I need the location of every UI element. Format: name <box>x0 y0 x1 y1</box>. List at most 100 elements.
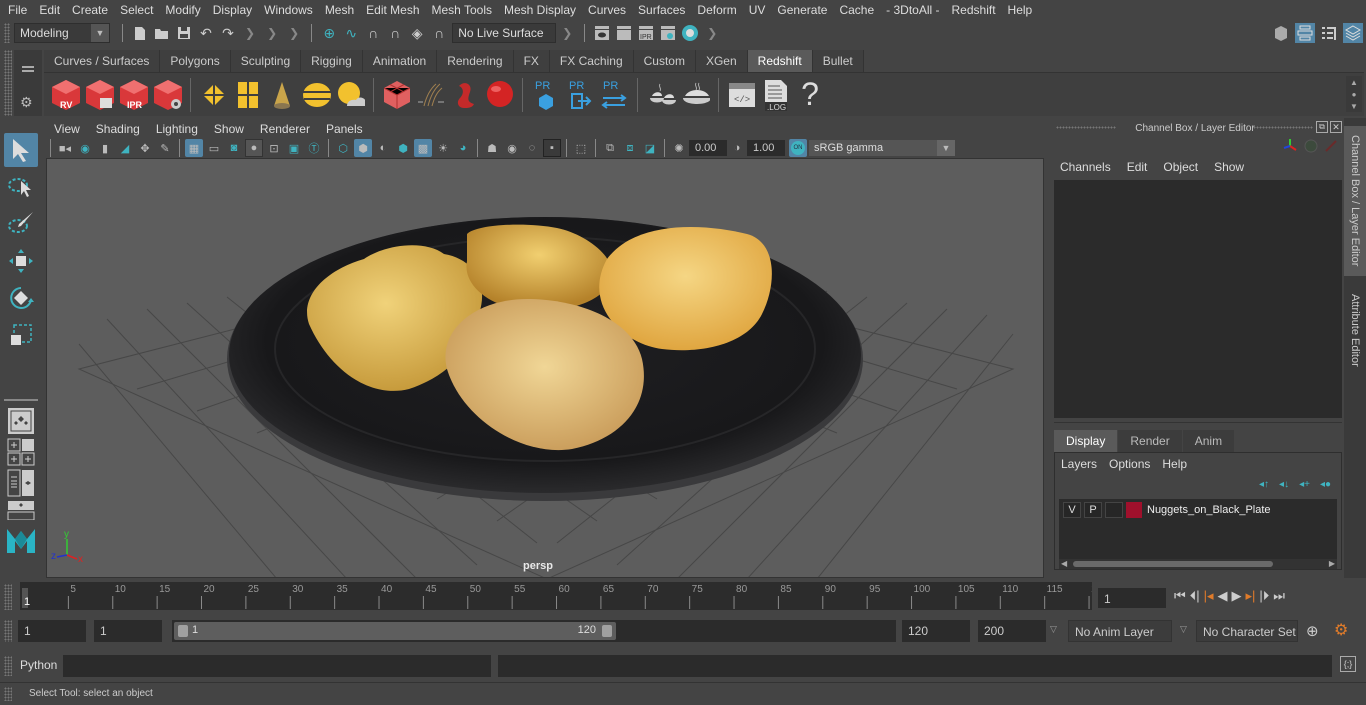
shelf-tab-redshift[interactable]: Redshift <box>747 50 813 72</box>
menu-edit[interactable]: Edit <box>33 0 66 20</box>
shelf-grip[interactable] <box>4 50 12 116</box>
collapse-icon[interactable]: ❯ <box>707 26 717 40</box>
screen-space-ao-icon[interactable]: ☗ <box>483 139 501 157</box>
redshift-pr-swap-icon[interactable]: PR <box>599 77 629 113</box>
redshift-dome-light-icon[interactable] <box>301 77 331 113</box>
exposure-icon[interactable]: ✺ <box>670 139 688 157</box>
2d-pan-zoom-icon[interactable]: ✥ <box>136 139 154 157</box>
layer-playback-toggle[interactable]: P <box>1084 502 1102 518</box>
menu-modify[interactable]: Modify <box>159 0 206 20</box>
play-forwards-icon[interactable]: ▶ <box>1232 588 1242 604</box>
range-start-handle[interactable] <box>178 625 188 637</box>
snap-point-icon[interactable]: ∩ <box>363 23 383 43</box>
smooth-shade-icon[interactable]: ⬢ <box>354 139 372 157</box>
grease-pencil-icon[interactable]: ✎ <box>156 139 174 157</box>
scrollbar-thumb[interactable] <box>1073 561 1273 567</box>
resolution-gate-icon[interactable]: ◙ <box>225 139 243 157</box>
shelf-tab-rigging[interactable]: Rigging <box>301 50 363 72</box>
attribute-editor-toggle-icon[interactable] <box>1295 23 1315 43</box>
redshift-script-icon[interactable]: </> <box>727 77 757 113</box>
shelf-tab-polygons[interactable]: Polygons <box>160 50 231 72</box>
redshift-render-sequence-icon[interactable] <box>84 77 114 113</box>
xray-joints-icon[interactable]: ⧈ <box>621 139 639 157</box>
channel-menu-object[interactable]: Object <box>1155 160 1206 174</box>
manipulator-icon[interactable] <box>1282 138 1298 154</box>
redshift-ipr-icon[interactable]: IPR <box>118 77 148 113</box>
layer-horizontal-scrollbar[interactable]: ◀ ▶ <box>1059 559 1337 569</box>
layer-tab-display[interactable]: Display <box>1054 430 1118 452</box>
redshift-sphere-icon[interactable] <box>484 77 514 113</box>
channel-box-toggle-icon[interactable] <box>1343 23 1363 43</box>
gamma-field[interactable]: 1.00 <box>747 140 785 156</box>
menu-mesh-display[interactable]: Mesh Display <box>498 0 582 20</box>
viewport-menu-lighting[interactable]: Lighting <box>148 122 206 136</box>
shelf-options-icon[interactable]: ● <box>1352 90 1357 99</box>
step-back-frame-icon[interactable]: |◂ <box>1204 588 1214 604</box>
select-camera-icon[interactable]: ■◂ <box>56 139 74 157</box>
toolbar-grip[interactable] <box>4 23 10 43</box>
snap-grid-icon[interactable]: ⊕ <box>319 23 339 43</box>
workspace-select[interactable]: Modeling ▼ <box>14 23 110 43</box>
snap-magnet-icon[interactable]: ∩ <box>429 23 449 43</box>
shelf-tab-custom[interactable]: Custom <box>633 50 696 72</box>
snap-curve-icon[interactable]: ∿ <box>341 23 361 43</box>
persp-graph-layout-icon[interactable] <box>4 500 38 520</box>
scroll-left-icon[interactable]: ◀ <box>1061 559 1067 568</box>
menu-cache[interactable]: Cache <box>833 0 880 20</box>
menu-file[interactable]: File <box>0 0 33 20</box>
shelf-tab-fx[interactable]: FX <box>513 50 550 72</box>
redshift-volume-icon[interactable] <box>450 77 480 113</box>
outliner-persp-layout-icon[interactable] <box>4 469 38 497</box>
hyper-icon[interactable] <box>1324 139 1338 153</box>
step-forward-frame-icon[interactable]: ▸| <box>1246 588 1256 604</box>
viewport-menu-shading[interactable]: Shading <box>88 122 148 136</box>
collapse-icon[interactable]: ❯ <box>289 26 299 40</box>
lasso-tool[interactable] <box>4 170 38 204</box>
menu-edit-mesh[interactable]: Edit Mesh <box>360 0 425 20</box>
xray-icon[interactable]: ⧉ <box>601 139 619 157</box>
redshift-pr-export-icon[interactable]: PR <box>565 77 595 113</box>
camera-attributes-icon[interactable]: ◉ <box>76 139 94 157</box>
side-tab-channel-box[interactable]: Channel Box / Layer Editor <box>1344 126 1366 276</box>
shelf-tab-fx-caching[interactable]: FX Caching <box>549 50 634 72</box>
command-language-toggle[interactable]: Python <box>20 658 57 672</box>
go-to-start-icon[interactable]: ⏮ <box>1174 588 1186 604</box>
motion-blur-icon[interactable]: ◉ <box>503 139 521 157</box>
step-forward-key-icon[interactable]: |⏵ <box>1259 588 1269 604</box>
channel-menu-show[interactable]: Show <box>1206 160 1252 174</box>
collapse-icon[interactable]: ❯ <box>267 26 277 40</box>
menu-surfaces[interactable]: Surfaces <box>632 0 691 20</box>
layer-visibility-toggle[interactable]: V <box>1063 502 1081 518</box>
scale-tool[interactable] <box>4 318 38 352</box>
move-layer-down-icon[interactable]: ◂↓ <box>1279 479 1289 490</box>
shelf-tab-rendering[interactable]: Rendering <box>437 50 514 72</box>
redshift-help-icon[interactable]: ? <box>795 76 825 113</box>
menu-windows[interactable]: Windows <box>258 0 319 20</box>
current-frame-field[interactable]: 1 <box>1098 588 1166 608</box>
redshift-bake-icon[interactable] <box>680 77 710 113</box>
render-view-icon[interactable] <box>592 23 612 43</box>
gamma-icon[interactable]: ◑ <box>728 139 746 157</box>
animation-preferences-icon[interactable]: ⚙ <box>1334 620 1348 640</box>
timeline-grip[interactable] <box>4 584 12 610</box>
isolate-select-icon[interactable]: ⬚ <box>572 139 590 157</box>
play-backwards-icon[interactable]: ◀ <box>1218 588 1228 604</box>
use-all-lights-icon[interactable]: ☀ <box>434 139 452 157</box>
snap-live-icon[interactable]: ◈ <box>407 23 427 43</box>
menu-generate[interactable]: Generate <box>771 0 833 20</box>
anim-layer-select[interactable]: No Anim Layer <box>1068 620 1172 642</box>
auto-key-icon[interactable]: ⊕ <box>1306 622 1319 640</box>
use-default-material-icon[interactable]: ◐ <box>374 139 392 157</box>
ipr-render-icon[interactable]: IPR <box>636 23 656 43</box>
exposure-field[interactable]: 0.00 <box>689 140 727 156</box>
close-icon[interactable]: ✕ <box>1330 121 1342 133</box>
snap-view-plane-icon[interactable]: ∩ <box>385 23 405 43</box>
redshift-portal-light-icon[interactable] <box>233 77 263 113</box>
time-slider[interactable]: 5 10 15 20 25 30 35 40 45 50 55 60 65 70 75 80 85 90 95 100… <box>20 582 1103 610</box>
panel-grip[interactable] <box>1056 126 1116 129</box>
animation-end-field[interactable]: 200 <box>978 620 1046 642</box>
menu-uv[interactable]: UV <box>743 0 772 20</box>
redshift-hair-icon[interactable] <box>416 77 446 113</box>
redshift-area-light-icon[interactable] <box>199 77 229 113</box>
field-chart-icon[interactable]: ⊡ <box>265 139 283 157</box>
